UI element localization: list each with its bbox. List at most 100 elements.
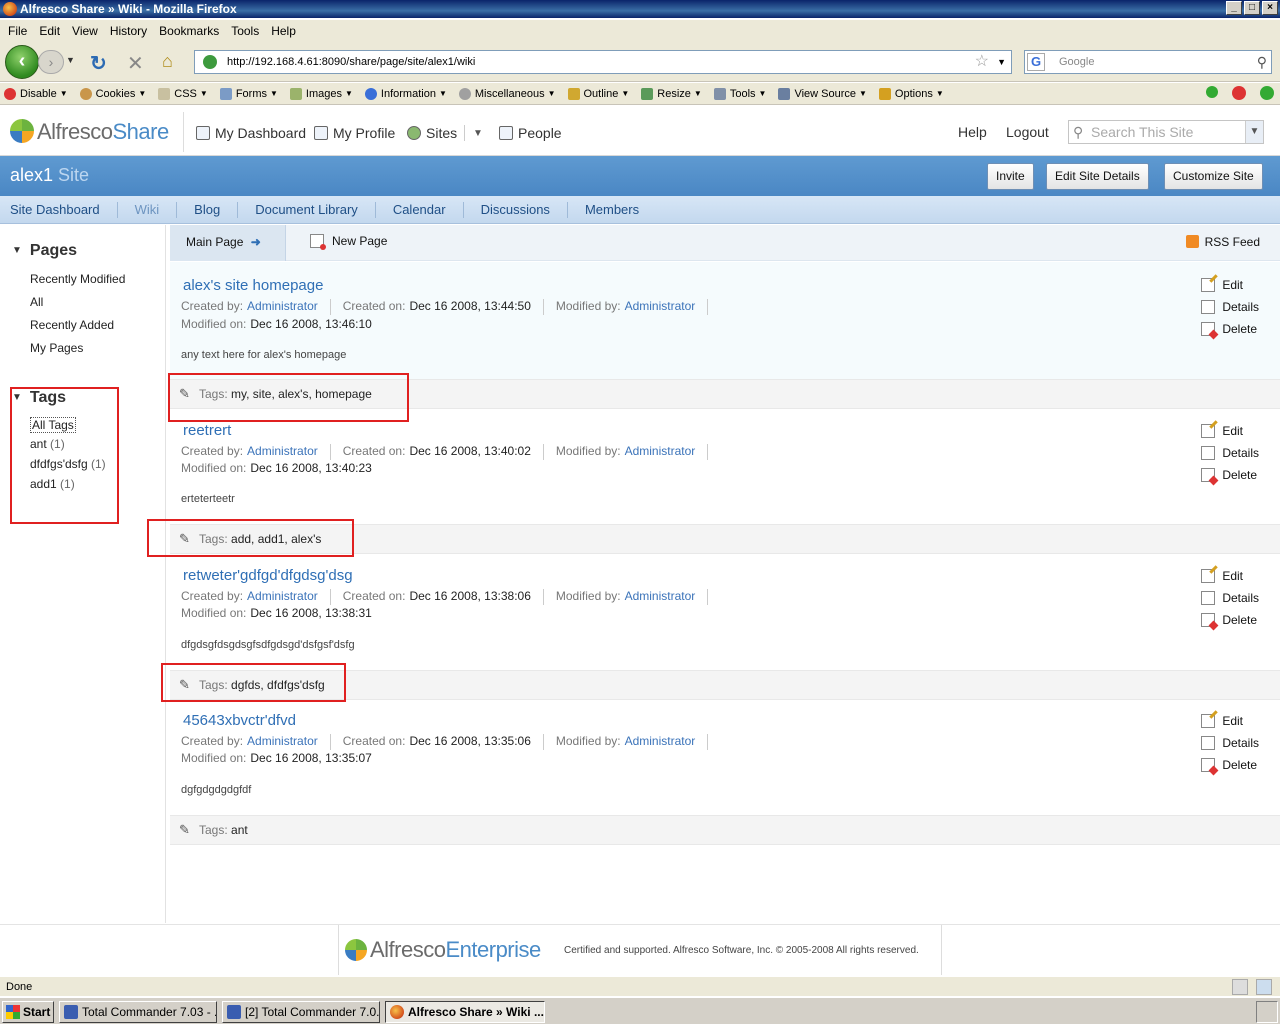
tab-blog[interactable]: Blog xyxy=(177,201,239,218)
alfresco-share-logo[interactable]: AlfrescoShare xyxy=(10,119,169,145)
status-ok-icon[interactable] xyxy=(1260,86,1274,100)
help-link[interactable]: Help xyxy=(958,124,987,140)
tab-discussions[interactable]: Discussions xyxy=(464,201,568,218)
invite-button[interactable]: Invite xyxy=(987,163,1034,190)
sites-link[interactable]: Sites xyxy=(407,125,457,141)
rss-feed-link[interactable]: RSS Feed xyxy=(1185,235,1260,249)
edit-page-button[interactable]: Edit xyxy=(1201,420,1259,442)
page-details-button[interactable]: Details xyxy=(1201,442,1259,464)
dev-forms-menu[interactable]: Forms ▼ xyxy=(219,87,278,100)
history-dropdown-icon[interactable]: ▼ xyxy=(66,55,75,65)
dev-view-source-menu[interactable]: View Source ▼ xyxy=(778,87,867,100)
dev-css-menu[interactable]: CSS ▼ xyxy=(158,87,208,100)
edit-page-button[interactable]: Edit xyxy=(1201,710,1259,732)
created-by-link[interactable]: Administrator xyxy=(247,299,318,315)
error-icon[interactable] xyxy=(1232,86,1246,100)
filter-recently-modified[interactable]: Recently Modified xyxy=(30,272,125,286)
modified-by-link[interactable]: Administrator xyxy=(625,444,696,460)
minimize-button[interactable]: _ xyxy=(1226,1,1242,15)
dev-tools-menu[interactable]: Tools ▼ xyxy=(713,87,766,100)
edit-site-details-button[interactable]: Edit Site Details xyxy=(1046,163,1149,190)
logout-link[interactable]: Logout xyxy=(1006,124,1049,140)
tab-document-library[interactable]: Document Library xyxy=(238,201,376,218)
created-by-link[interactable]: Administrator xyxy=(247,589,318,605)
delete-page-button[interactable]: Delete xyxy=(1201,464,1259,486)
taskbar-item-active[interactable]: Alfresco Share » Wiki ... xyxy=(385,1001,545,1023)
dev-miscellaneous-menu[interactable]: Miscellaneous ▼ xyxy=(458,87,556,100)
taskbar-item[interactable]: [2] Total Commander 7.0... xyxy=(222,1001,380,1023)
dev-outline-menu[interactable]: Outline ▼ xyxy=(567,87,629,100)
tab-members[interactable]: Members xyxy=(568,202,656,218)
edit-page-button[interactable]: Edit xyxy=(1201,274,1259,296)
filter-my-pages[interactable]: My Pages xyxy=(30,341,83,355)
tab-wiki[interactable]: Wiki xyxy=(118,201,178,218)
menu-view[interactable]: View xyxy=(66,24,104,38)
my-profile-link[interactable]: My Profile xyxy=(314,125,395,141)
menu-file[interactable]: File xyxy=(2,24,33,38)
dev-options-menu[interactable]: Options ▼ xyxy=(878,87,944,100)
my-dashboard-link[interactable]: My Dashboard xyxy=(196,125,306,141)
tab-calendar[interactable]: Calendar xyxy=(376,201,464,218)
new-page-button[interactable]: New Page xyxy=(310,234,387,250)
page-title-link[interactable]: alex's site homepage xyxy=(183,277,323,294)
page-actions: Edit Details Delete xyxy=(1201,710,1259,776)
delete-page-button[interactable]: Delete xyxy=(1201,609,1259,631)
addon-status-icon[interactable] xyxy=(1232,979,1248,995)
sites-dropdown-icon[interactable]: ▼ xyxy=(464,125,483,141)
google-engine-icon[interactable]: G xyxy=(1027,53,1045,71)
modified-by-link[interactable]: Administrator xyxy=(625,734,696,750)
browser-search-field[interactable]: G Google ⚲ xyxy=(1024,50,1272,74)
main-page-button[interactable]: Main Page ➜ xyxy=(170,225,286,261)
dev-cookies-menu[interactable]: Cookies ▼ xyxy=(79,87,146,100)
maximize-button[interactable]: □ xyxy=(1244,1,1260,15)
menu-help[interactable]: Help xyxy=(265,24,302,38)
modified-by-link[interactable]: Administrator xyxy=(625,299,696,315)
people-link[interactable]: People xyxy=(499,125,562,141)
url-bar[interactable]: http://192.168.4.61:8090/share/page/site… xyxy=(194,50,1012,74)
created-by-link[interactable]: Administrator xyxy=(247,734,318,750)
modified-by-link[interactable]: Administrator xyxy=(625,589,696,605)
delete-page-button[interactable]: Delete xyxy=(1201,754,1259,776)
search-icon[interactable]: ⚲ xyxy=(1257,51,1267,73)
filter-recently-added[interactable]: Recently Added xyxy=(30,318,114,332)
back-button[interactable]: ‹ xyxy=(5,45,39,79)
customize-site-button[interactable]: Customize Site xyxy=(1164,163,1263,190)
system-tray[interactable] xyxy=(1256,1001,1278,1023)
taskbar-item[interactable]: Total Commander 7.03 - ... xyxy=(59,1001,217,1023)
page-details-button[interactable]: Details xyxy=(1201,732,1259,754)
filter-all[interactable]: All xyxy=(30,295,43,309)
tab-site-dashboard[interactable]: Site Dashboard xyxy=(0,201,118,218)
page-title-link[interactable]: reetrert xyxy=(183,422,231,439)
bookmark-star-icon[interactable]: ☆ xyxy=(975,51,989,73)
menu-tools[interactable]: Tools xyxy=(225,24,265,38)
delete-page-button[interactable]: Delete xyxy=(1201,318,1259,340)
stop-icon[interactable]: ✕ xyxy=(127,51,144,76)
dev-images-menu[interactable]: Images ▼ xyxy=(289,87,353,100)
reload-icon[interactable]: ↻ xyxy=(90,51,107,76)
page-details-button[interactable]: Details xyxy=(1201,296,1259,318)
site-search-input[interactable]: ⚲ Search This Site ▼ xyxy=(1068,120,1264,144)
menu-history[interactable]: History xyxy=(104,24,153,38)
search-dropdown-icon[interactable]: ▼ xyxy=(1245,121,1263,143)
home-icon[interactable]: ⌂ xyxy=(162,51,173,72)
page-excerpt: erteterteetr xyxy=(181,493,235,505)
url-text: http://192.168.4.61:8090/share/page/site… xyxy=(227,56,476,68)
menu-bookmarks[interactable]: Bookmarks xyxy=(153,24,225,38)
pages-heading[interactable]: ▼ Pages xyxy=(12,242,77,260)
close-button[interactable]: × xyxy=(1262,1,1278,15)
page-title-link[interactable]: retweter'gdfgd'dfgdsg'dsg xyxy=(183,567,353,584)
validation-ok-icon[interactable] xyxy=(1206,86,1218,98)
security-status-icon[interactable] xyxy=(1256,979,1272,995)
url-dropdown-icon[interactable]: ▼ xyxy=(997,51,1006,73)
page-title-link[interactable]: 45643xbvctr'dfvd xyxy=(183,712,296,729)
dev-resize-menu[interactable]: Resize ▼ xyxy=(641,87,702,100)
created-by-link[interactable]: Administrator xyxy=(247,444,318,460)
forward-button[interactable]: › xyxy=(38,50,64,74)
page-details-button[interactable]: Details xyxy=(1201,587,1259,609)
dev-disable-menu[interactable]: Disable ▼ xyxy=(4,87,68,100)
dev-information-menu[interactable]: Information ▼ xyxy=(364,87,447,100)
site-identity-icon[interactable] xyxy=(203,55,217,69)
menu-edit[interactable]: Edit xyxy=(33,24,66,38)
edit-page-button[interactable]: Edit xyxy=(1201,565,1259,587)
start-button[interactable]: Start xyxy=(2,1001,54,1023)
